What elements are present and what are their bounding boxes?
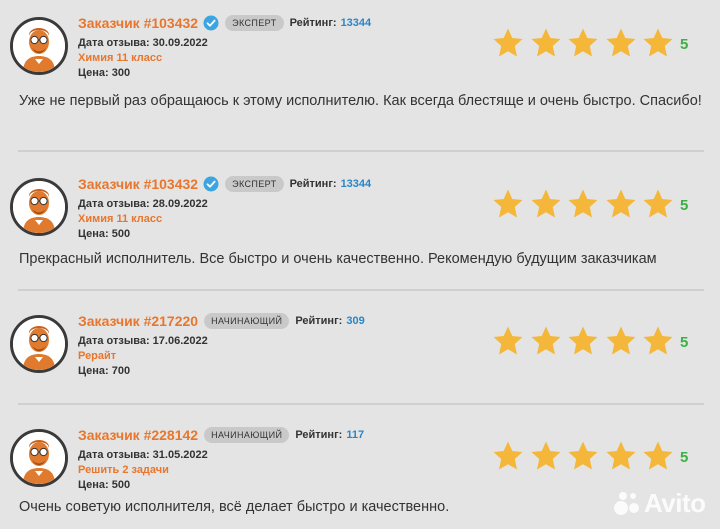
order-subject[interactable]: Химия 11 класс bbox=[78, 51, 371, 66]
level-badge: НАЧИНАЮЩИЙ bbox=[204, 313, 290, 329]
level-badge: ЭКСПЕРТ bbox=[225, 15, 284, 31]
review-text: Прекрасный исполнитель. Все быстро и оче… bbox=[19, 251, 657, 267]
review-date: Дата отзыва: 31.05.2022 bbox=[78, 449, 208, 461]
order-price: Цена: 300 bbox=[78, 67, 131, 79]
star-icon bbox=[605, 27, 637, 59]
divider bbox=[18, 150, 704, 152]
star-rating bbox=[492, 325, 680, 357]
rating-value: 309 bbox=[346, 315, 365, 327]
divider bbox=[18, 289, 704, 291]
rating-score: 5 bbox=[680, 197, 689, 214]
review-date: Дата отзыва: 17.06.2022 bbox=[78, 335, 208, 347]
divider bbox=[18, 403, 704, 405]
order-price: Цена: 500 bbox=[78, 479, 131, 491]
avatar[interactable] bbox=[10, 17, 68, 75]
review-date: Дата отзыва: 30.09.2022 bbox=[78, 37, 208, 49]
avatar[interactable] bbox=[10, 315, 68, 373]
star-icon bbox=[492, 325, 524, 357]
review-date: Дата отзыва: 28.09.2022 bbox=[78, 198, 208, 210]
rating-value: 13344 bbox=[340, 17, 372, 29]
level-badge: ЭКСПЕРТ bbox=[225, 176, 284, 192]
avatar[interactable] bbox=[10, 429, 68, 487]
star-icon bbox=[567, 325, 599, 357]
order-subject[interactable]: Рерайт bbox=[78, 349, 365, 364]
star-icon bbox=[530, 188, 562, 220]
rating-value: 117 bbox=[346, 429, 365, 441]
rating-value: 13344 bbox=[340, 178, 372, 190]
level-badge: НАЧИНАЮЩИЙ bbox=[204, 427, 290, 443]
star-icon bbox=[605, 440, 637, 472]
order-subject[interactable]: Химия 11 класс bbox=[78, 212, 371, 227]
order-price: Цена: 500 bbox=[78, 228, 131, 240]
rating-label: Рейтинг: bbox=[295, 429, 343, 441]
customer-name[interactable]: Заказчик #103432 bbox=[78, 176, 198, 192]
customer-name[interactable]: Заказчик #228142 bbox=[78, 427, 198, 443]
star-icon bbox=[492, 440, 524, 472]
customer-name[interactable]: Заказчик #217220 bbox=[78, 313, 198, 329]
star-icon bbox=[492, 27, 524, 59]
review-text: Очень советую исполнителя, всё делает бы… bbox=[19, 499, 450, 515]
rating-label: Рейтинг: bbox=[295, 315, 343, 327]
star-icon bbox=[567, 188, 599, 220]
star-icon bbox=[605, 325, 637, 357]
rating-label: Рейтинг: bbox=[289, 17, 337, 29]
rating-label: Рейтинг: bbox=[289, 178, 337, 190]
star-icon bbox=[605, 188, 637, 220]
star-icon bbox=[530, 27, 562, 59]
rating-score: 5 bbox=[680, 334, 689, 351]
verified-check-icon bbox=[203, 176, 219, 192]
avito-logo-icon bbox=[612, 488, 642, 518]
avatar[interactable] bbox=[10, 178, 68, 236]
rating-score: 5 bbox=[680, 449, 689, 466]
customer-name[interactable]: Заказчик #103432 bbox=[78, 15, 198, 31]
star-icon bbox=[530, 325, 562, 357]
verified-check-icon bbox=[203, 15, 219, 31]
star-icon bbox=[642, 325, 674, 357]
star-icon bbox=[642, 188, 674, 220]
star-icon bbox=[530, 440, 562, 472]
star-icon bbox=[492, 188, 524, 220]
rating-score: 5 bbox=[680, 36, 689, 53]
star-icon bbox=[567, 440, 599, 472]
review-text: Уже не первый раз обращаюсь к этому испо… bbox=[19, 93, 702, 109]
avito-watermark: Avito bbox=[612, 488, 706, 518]
watermark-text: Avito bbox=[644, 487, 706, 518]
star-icon bbox=[642, 27, 674, 59]
star-icon bbox=[567, 27, 599, 59]
star-rating bbox=[492, 440, 680, 472]
order-subject[interactable]: Решить 2 задачи bbox=[78, 463, 364, 478]
star-icon bbox=[642, 440, 674, 472]
star-rating bbox=[492, 188, 680, 220]
star-rating bbox=[492, 27, 680, 59]
order-price: Цена: 700 bbox=[78, 365, 131, 377]
